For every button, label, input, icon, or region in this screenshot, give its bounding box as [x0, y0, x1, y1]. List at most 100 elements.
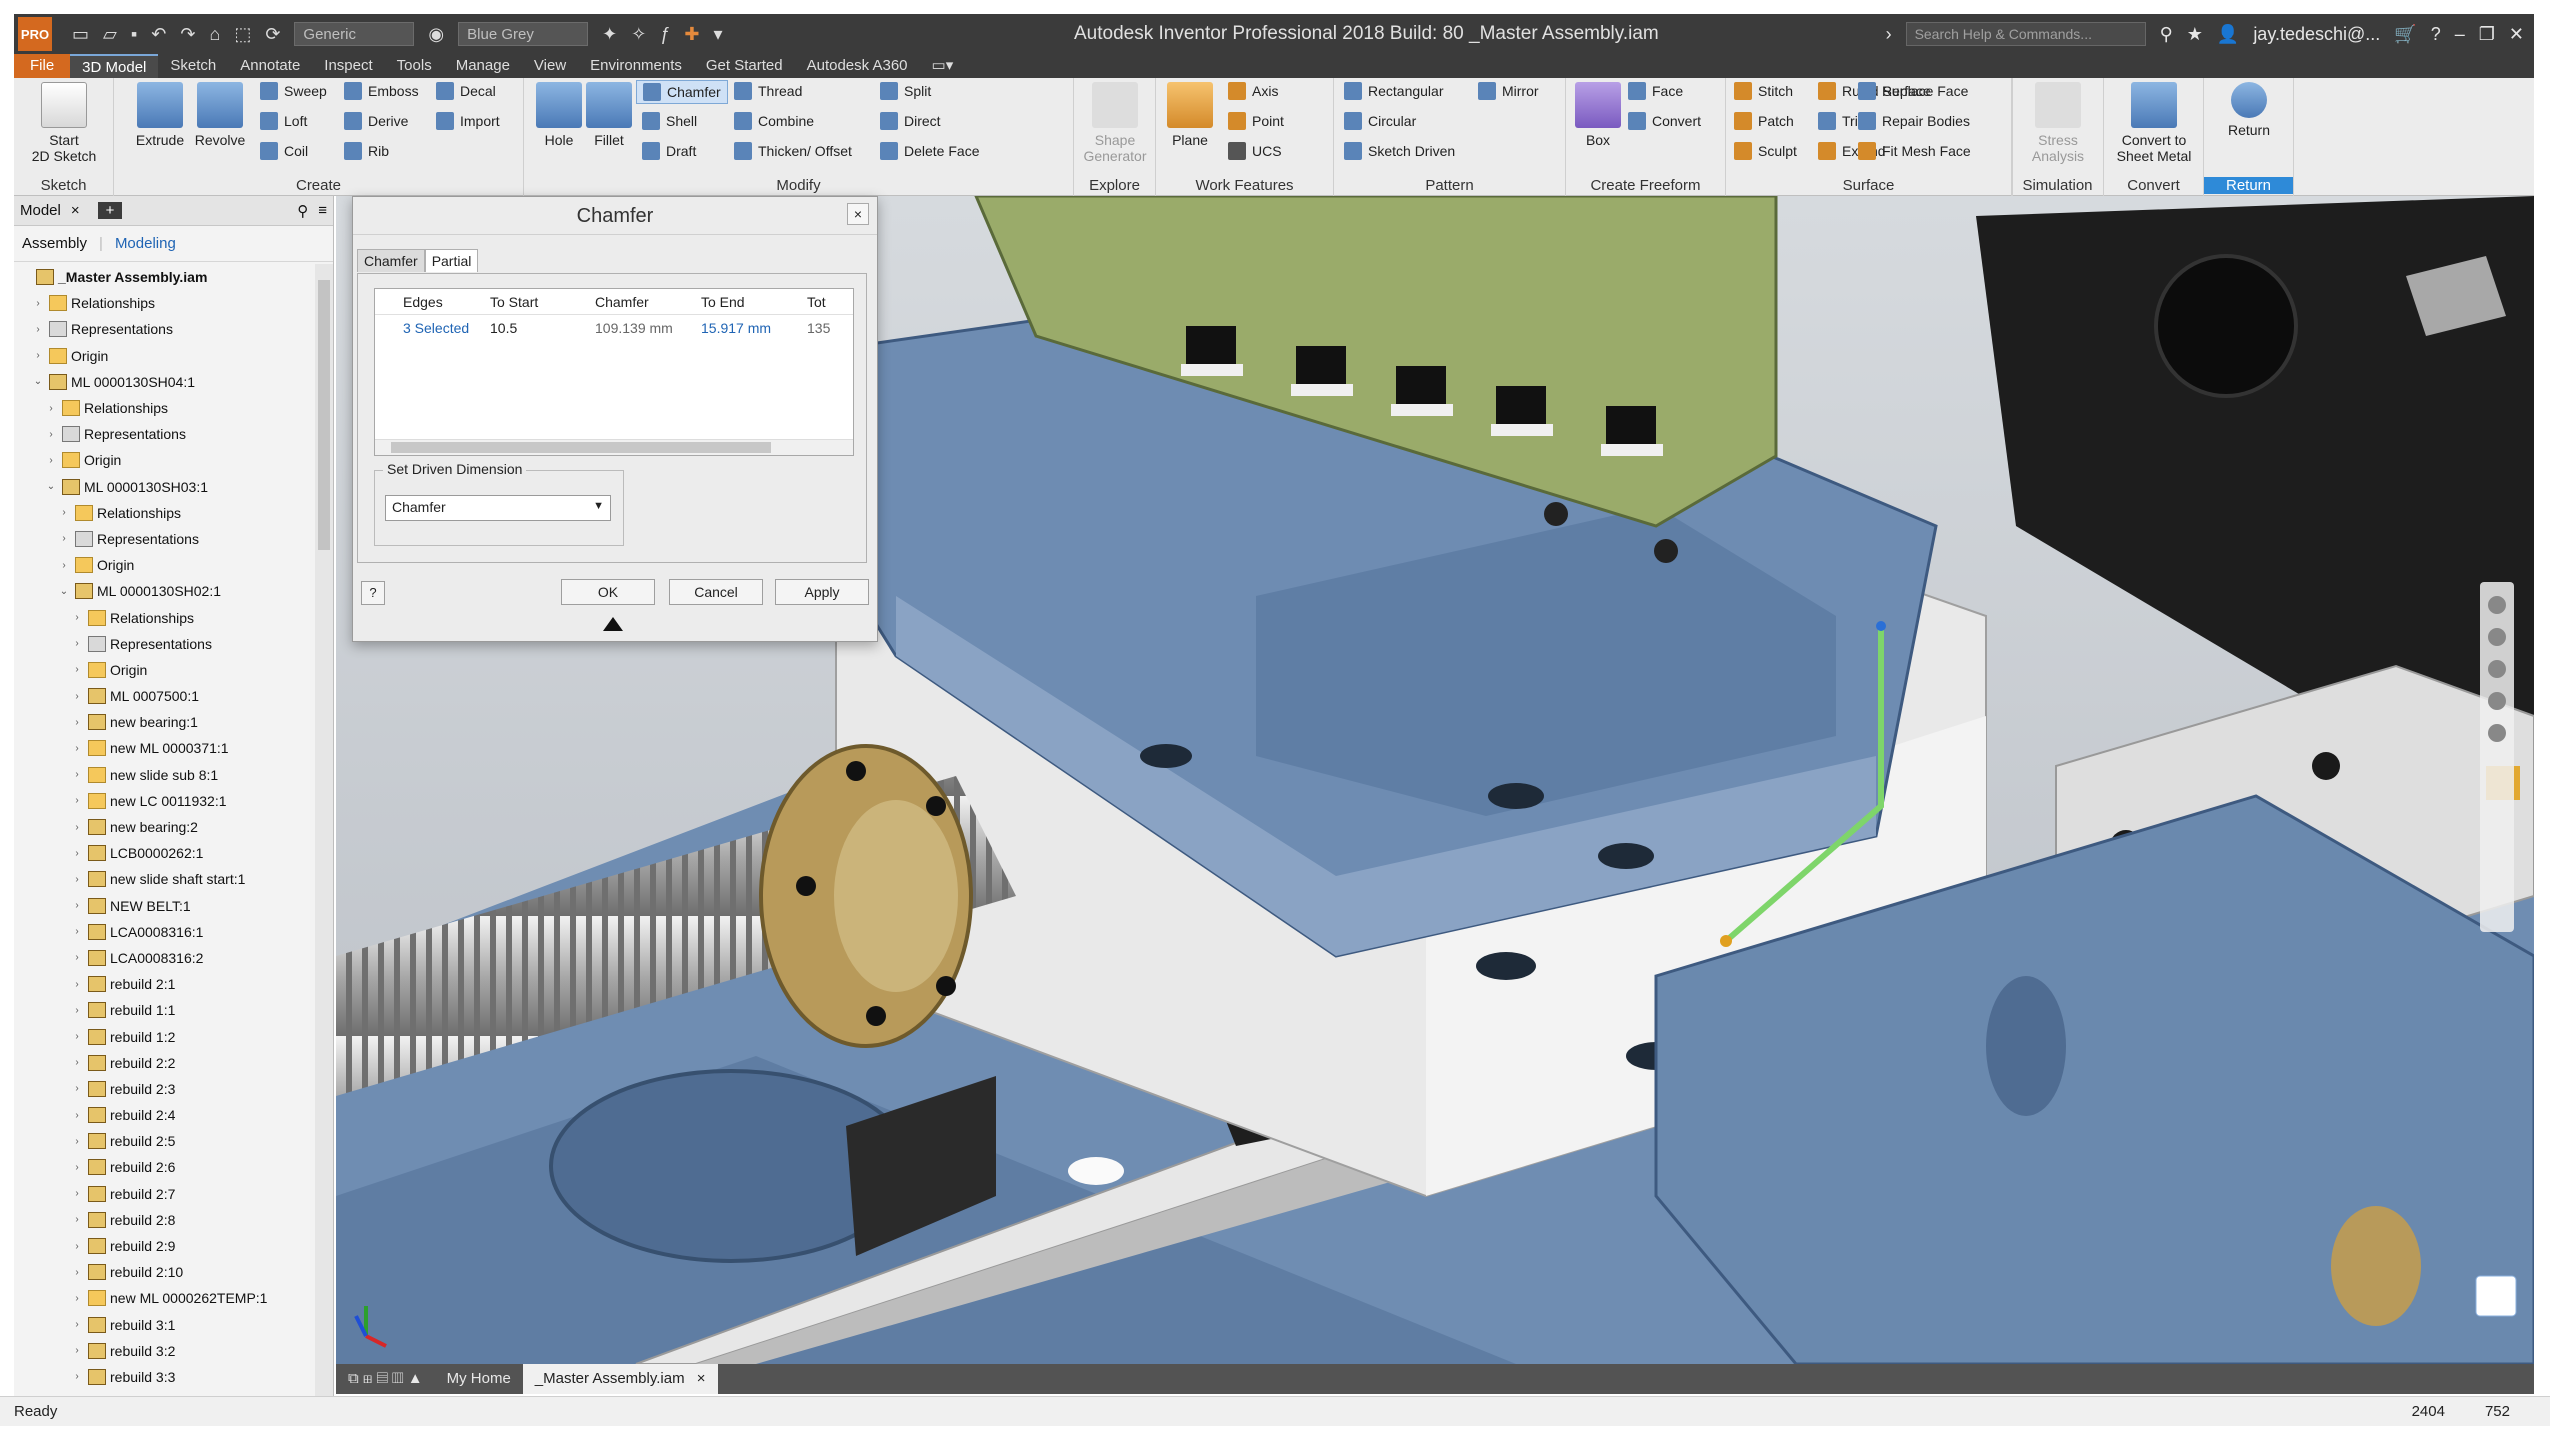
hole-button[interactable]: Hole	[532, 82, 586, 148]
tree-item[interactable]: › rebuild 2:9	[14, 1233, 315, 1259]
face-button[interactable]: Face	[1628, 82, 1683, 100]
tree-expand-icon[interactable]: ›	[70, 1136, 84, 1147]
browser-modeling-link[interactable]: Modeling	[115, 235, 176, 252]
tree-item[interactable]: › Origin	[14, 447, 315, 473]
convert-button[interactable]: Convert	[1628, 112, 1701, 130]
tree-expand-icon[interactable]: ›	[70, 900, 84, 911]
tree-item[interactable]: › ML 0007500:1	[14, 683, 315, 709]
draft-button[interactable]: Draft	[642, 142, 696, 160]
tree-item[interactable]: ⌄ ML 0000130SH03:1	[14, 474, 315, 500]
tree-expand-icon[interactable]: ›	[70, 691, 84, 702]
fx-icon[interactable]: ƒ	[660, 24, 670, 45]
tab-tools[interactable]: Tools	[385, 54, 444, 78]
apply-button[interactable]: Apply	[775, 579, 869, 605]
grid-scrollbar[interactable]	[375, 439, 853, 455]
inventor-logo-icon[interactable]: PRO	[18, 17, 52, 51]
tab-get-started[interactable]: Get Started	[694, 54, 795, 78]
browser-menu-icon[interactable]: ≡	[318, 202, 327, 219]
tree-item[interactable]: › rebuild 2:10	[14, 1259, 315, 1285]
cell-to-end[interactable]: 15.917 mm	[691, 320, 797, 336]
dialog-help-button[interactable]: ?	[361, 581, 385, 605]
minimize-icon[interactable]: –	[2455, 24, 2465, 45]
cell-edges[interactable]: 3 Selected	[375, 320, 480, 336]
tree-expand-icon[interactable]: ›	[57, 560, 71, 571]
tab-chamfer[interactable]: Chamfer	[357, 249, 425, 272]
tab-manage[interactable]: Manage	[444, 54, 522, 78]
new-file-icon[interactable]: ▭	[72, 24, 89, 45]
tree-expand-icon[interactable]: ›	[70, 743, 84, 754]
modify-group-label[interactable]: Modify	[524, 177, 1073, 194]
extrude-button[interactable]: Extrude	[130, 82, 190, 148]
tree-expand-icon[interactable]: ›	[70, 612, 84, 623]
tree-item[interactable]: › Representations	[14, 421, 315, 447]
rectangular-pattern-button[interactable]: Rectangular	[1344, 82, 1444, 100]
point-button[interactable]: Point	[1228, 112, 1284, 130]
select-icon[interactable]: ⬚	[234, 24, 251, 45]
tree-expand-icon[interactable]: ›	[44, 455, 58, 466]
plane-button[interactable]: Plane	[1160, 82, 1220, 148]
tree-item[interactable]: › Representations	[14, 316, 315, 342]
dialog-title[interactable]: Chamfer	[353, 197, 877, 235]
tree-expand-icon[interactable]: ›	[31, 350, 45, 361]
combine-button[interactable]: Combine	[734, 112, 814, 130]
replace-face-button[interactable]: Replace Face	[1858, 82, 1968, 100]
tree-item[interactable]: › Relationships	[14, 290, 315, 316]
tree-expand-icon[interactable]: ›	[70, 1214, 84, 1225]
direct-button[interactable]: Direct	[880, 112, 941, 130]
tree-expand-icon[interactable]: ›	[70, 795, 84, 806]
binoculars-icon[interactable]: ⚲	[2160, 24, 2173, 45]
tree-expand-icon[interactable]: ›	[70, 1057, 84, 1068]
tab-file[interactable]: File	[14, 54, 71, 78]
tree-item[interactable]: › rebuild 1:2	[14, 1023, 315, 1049]
ribbon-toggle-icon[interactable]: ▭▾	[920, 54, 966, 78]
search-input[interactable]: Search Help & Commands...	[1905, 22, 2146, 46]
tree-item[interactable]: › Relationships	[14, 500, 315, 526]
add-icon[interactable]: ✚	[684, 24, 699, 45]
tree-expand-icon[interactable]: ›	[44, 429, 58, 440]
zoom-icon[interactable]	[2488, 660, 2506, 678]
repair-bodies-button[interactable]: Repair Bodies	[1858, 112, 1970, 130]
tree-item[interactable]: › NEW BELT:1	[14, 893, 315, 919]
viewcube-home-icon[interactable]	[2475, 1275, 2517, 1317]
shape-generator-button[interactable]: Shape Generator	[1076, 82, 1154, 164]
undo-icon[interactable]: ↶	[151, 24, 166, 45]
tree-item[interactable]: › rebuild 1:1	[14, 997, 315, 1023]
tree-expand-icon[interactable]: ›	[70, 822, 84, 833]
clear-icon[interactable]: ✦	[602, 24, 617, 45]
tree-expand-icon[interactable]: ›	[70, 1162, 84, 1173]
ok-button[interactable]: OK	[561, 579, 655, 605]
grid-scroll-thumb[interactable]	[391, 442, 771, 453]
tab-inspect[interactable]: Inspect	[312, 54, 384, 78]
tree-expand-icon[interactable]: ›	[31, 324, 45, 335]
sketch-driven-pattern-button[interactable]: Sketch Driven	[1344, 142, 1455, 160]
tree-item[interactable]: › rebuild 2:8	[14, 1207, 315, 1233]
tree-item[interactable]: › rebuild 2:5	[14, 1128, 315, 1154]
tree-expand-icon[interactable]: ⌄	[31, 376, 45, 387]
tree-item[interactable]: › new bearing:2	[14, 814, 315, 840]
delete-face-button[interactable]: Delete Face	[880, 142, 979, 160]
mirror-button[interactable]: Mirror	[1478, 82, 1539, 100]
pan-icon[interactable]	[2488, 628, 2506, 646]
tree-item[interactable]: › new slide sub 8:1	[14, 762, 315, 788]
tree-item[interactable]: › rebuild 2:3	[14, 1076, 315, 1102]
tree-item[interactable]: › new LC 0011932:1	[14, 788, 315, 814]
tree-item[interactable]: › new ML 0000371:1	[14, 735, 315, 761]
box-button[interactable]: Box	[1570, 82, 1626, 148]
fillet-button[interactable]: Fillet	[582, 82, 636, 148]
return-button[interactable]: Return	[2218, 82, 2280, 138]
tab-annotate[interactable]: Annotate	[228, 54, 312, 78]
appearance-combo[interactable]: Blue Grey	[458, 22, 589, 46]
browser-scrollbar[interactable]	[315, 264, 333, 1396]
chamfer-button[interactable]: Chamfer	[636, 80, 728, 104]
user-icon[interactable]: 👤	[2217, 24, 2239, 45]
tab-autodesk-a360[interactable]: Autodesk A360	[795, 54, 920, 78]
tree-item[interactable]: › rebuild 2:1	[14, 971, 315, 997]
browser-scroll-thumb[interactable]	[318, 280, 330, 550]
tile-windows-icon[interactable]: ⧉ ⊞ ▤ ▥ ▲	[336, 1364, 435, 1394]
close-window-icon[interactable]: ✕	[2509, 24, 2524, 45]
thread-button[interactable]: Thread	[734, 82, 802, 100]
tree-item[interactable]: › Origin	[14, 343, 315, 369]
adjust-icon[interactable]: ✧	[631, 24, 646, 45]
look-at-icon[interactable]	[2488, 724, 2506, 742]
steering-wheel-icon[interactable]	[2488, 596, 2506, 614]
